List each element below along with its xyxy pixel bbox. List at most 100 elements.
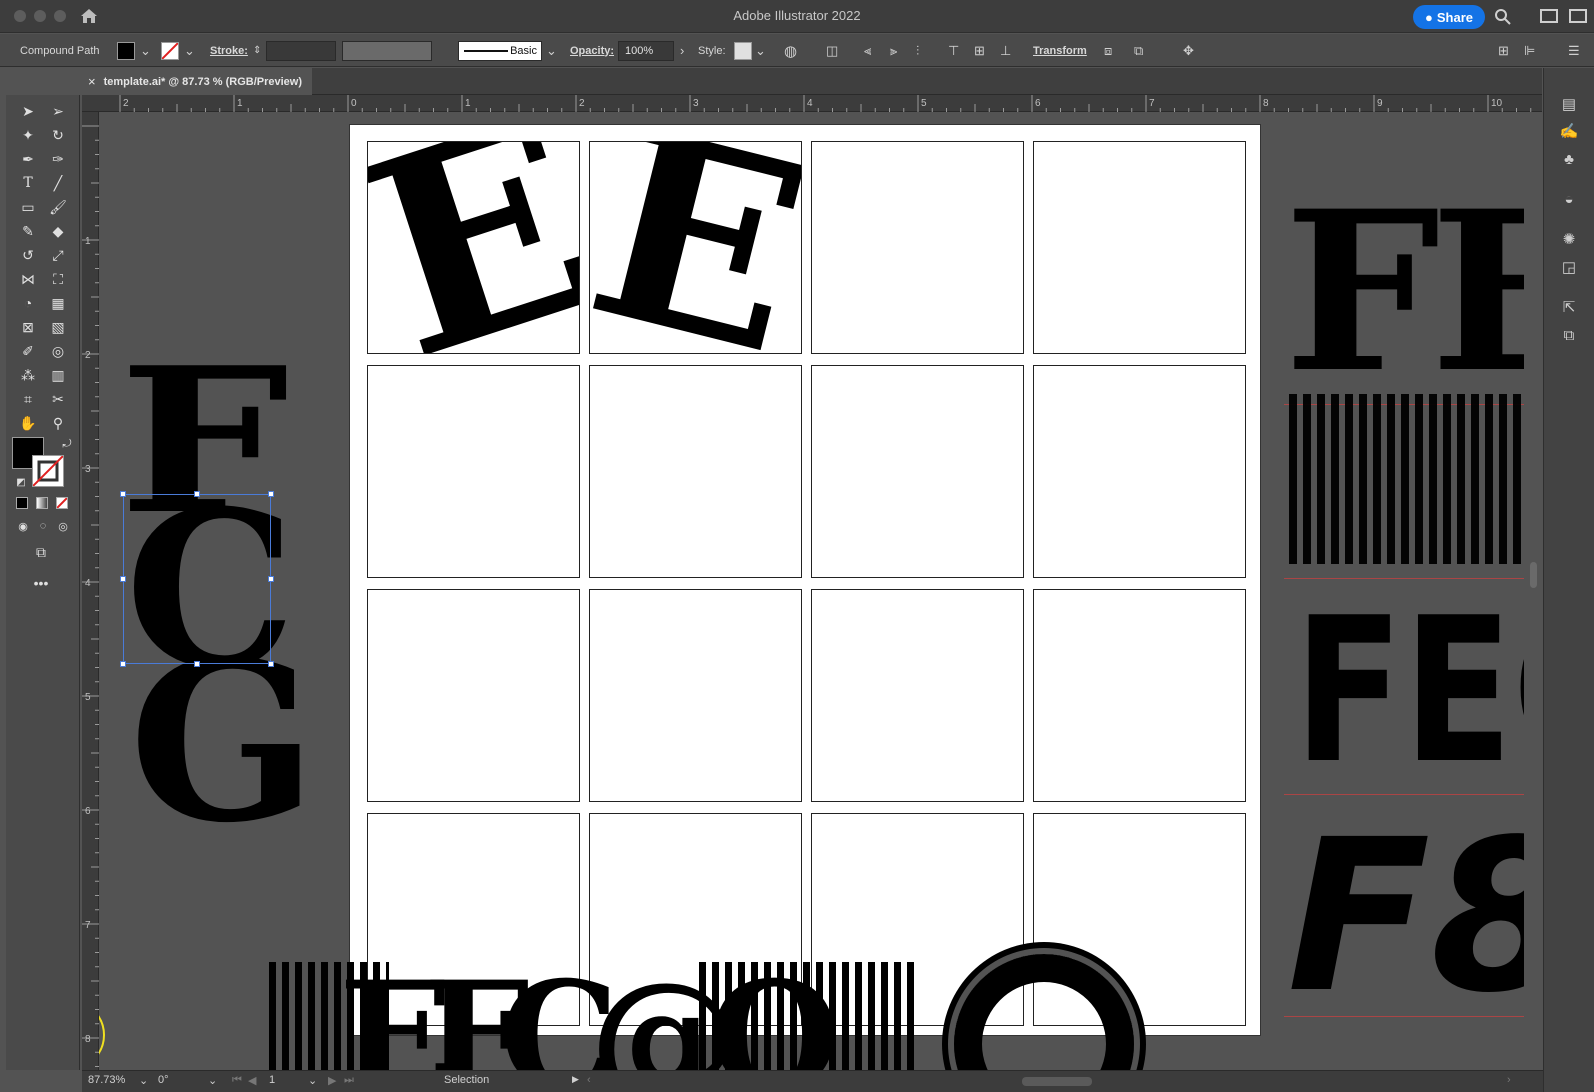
right-row-letters-3[interactable]: FEC xyxy=(1294,592,1543,792)
align-center-icon[interactable]: ⫸ xyxy=(890,34,897,67)
vertical-scrollbar[interactable] xyxy=(1524,112,1543,1070)
eraser-tool-icon[interactable]: ◆ xyxy=(45,220,71,242)
stroke-swatch[interactable] xyxy=(161,41,179,60)
control-menu-icon[interactable]: ☰ xyxy=(1568,34,1580,67)
draw-inside-icon[interactable]: ◎ xyxy=(50,515,76,537)
resize-handle[interactable] xyxy=(268,491,274,497)
zoom-level-field[interactable]: 87.73% xyxy=(88,1074,125,1086)
scroll-left-icon[interactable]: ‹ xyxy=(587,1074,591,1086)
stroke-color-box[interactable] xyxy=(32,455,64,487)
free-transform-tool-icon[interactable]: ⛶ xyxy=(45,268,71,290)
selection-tool-icon[interactable]: ➤ xyxy=(15,100,41,122)
artboard-tool-icon[interactable]: ⌗ xyxy=(15,388,41,410)
shaper-tool-icon[interactable]: ✎ xyxy=(15,220,41,242)
grid-cell[interactable] xyxy=(367,365,580,578)
grid-cell[interactable] xyxy=(811,365,1024,578)
line-tool-icon[interactable]: ╱ xyxy=(45,172,71,194)
export-panel-icon[interactable]: ⇱ xyxy=(1558,296,1580,318)
grid-cell[interactable]: E xyxy=(367,141,580,354)
eyedropper-tool-icon[interactable]: ✐ xyxy=(15,340,41,362)
vertical-scrollbar-thumb[interactable] xyxy=(1530,562,1537,588)
scale-tool-icon[interactable]: ⤢ xyxy=(45,244,71,266)
workspace-layout-icon[interactable] xyxy=(1540,9,1558,23)
recolor-artwork-icon[interactable]: ◍ xyxy=(784,34,797,67)
cell-letter-e[interactable]: E xyxy=(590,142,801,353)
screen-mode-icon[interactable]: ⧉ xyxy=(28,541,54,563)
mesh-tool-icon[interactable]: ⊠ xyxy=(15,316,41,338)
resize-handle[interactable] xyxy=(120,661,126,667)
opacity-expand-icon[interactable]: › xyxy=(680,34,684,67)
lasso-tool-icon[interactable]: ↻ xyxy=(45,124,71,146)
status-menu-icon[interactable]: ▶ xyxy=(572,1074,579,1085)
variable-width-profile[interactable] xyxy=(342,40,432,61)
pen-tool-icon[interactable]: ✒ xyxy=(15,148,41,170)
width-tool-icon[interactable]: ⋈ xyxy=(15,268,41,290)
transform-button[interactable]: Transform xyxy=(1033,34,1087,67)
horizontal-scrollbar-thumb[interactable] xyxy=(1022,1077,1092,1086)
paintbrush-tool-icon[interactable]: 🖌 xyxy=(45,196,71,218)
next-artboard-icon[interactable]: ▶ xyxy=(328,1074,336,1087)
style-dropdown-icon[interactable]: ⌄ xyxy=(755,34,766,67)
grid-cell[interactable] xyxy=(1033,365,1246,578)
previous-artboard-icon[interactable]: ◀ xyxy=(248,1074,256,1087)
grid-cell[interactable] xyxy=(1033,141,1246,354)
artboard[interactable]: E E xyxy=(349,124,1261,1036)
fill-swatch[interactable] xyxy=(117,41,135,60)
symbols-panel-icon[interactable]: ♣ xyxy=(1558,148,1580,170)
resize-handle[interactable] xyxy=(268,661,274,667)
stroke-label[interactable]: Stroke: xyxy=(210,34,248,67)
isolate-icon[interactable]: ⧈ xyxy=(1104,34,1112,67)
align-middle-icon[interactable]: ⊞ xyxy=(974,34,985,67)
none-mode-icon[interactable] xyxy=(56,497,68,509)
stroke-weight-field[interactable] xyxy=(266,40,336,61)
brush-definition[interactable]: Basic xyxy=(458,40,542,61)
color-guide-panel-icon[interactable]: ✺ xyxy=(1558,228,1580,250)
resize-handle[interactable] xyxy=(268,576,274,582)
right-row-letters-4[interactable]: F8 xyxy=(1287,812,1543,1022)
hand-tool-icon[interactable]: ✋ xyxy=(15,412,41,434)
right-row-striped-letters[interactable] xyxy=(1289,394,1543,564)
search-icon[interactable] xyxy=(1494,8,1512,26)
shape-builder-tool-icon[interactable]: ◔ xyxy=(15,292,41,314)
arrange-icon[interactable]: ⧉ xyxy=(1134,34,1143,67)
fill-dropdown-icon[interactable]: ⌄ xyxy=(140,34,151,67)
tab-template[interactable]: × template.ai* @ 87.73 % (RGB/Preview) xyxy=(82,68,312,95)
stroke-weight-stepper[interactable]: ⇕ xyxy=(253,34,261,67)
selection-bounding-box[interactable] xyxy=(123,494,271,664)
gradient-tool-icon[interactable]: ▧ xyxy=(45,316,71,338)
perspective-grid-tool-icon[interactable]: ▦ xyxy=(45,292,71,314)
rectangle-tool-icon[interactable]: ▭ xyxy=(15,196,41,218)
horizontal-ruler[interactable]: 2 1 0 1 2 3 4 5 6 7 8 9 10 xyxy=(82,95,1542,112)
graphic-style-swatch[interactable] xyxy=(734,41,752,60)
artboard-dropdown-icon[interactable]: ⌄ xyxy=(308,1074,317,1087)
brush-dropdown-icon[interactable]: ⌄ xyxy=(546,34,557,67)
stroke-dropdown-icon[interactable]: ⌄ xyxy=(184,34,195,67)
close-tab-icon[interactable]: × xyxy=(88,74,96,89)
grid-cell[interactable]: E xyxy=(589,141,802,354)
align-left-icon[interactable]: ⫷ xyxy=(864,34,871,67)
color-mode-icon[interactable] xyxy=(16,497,28,509)
right-row-letters-1[interactable]: FE xyxy=(1284,182,1543,402)
puppet-warp-icon[interactable]: ✥ xyxy=(1183,34,1194,67)
grid-cell[interactable] xyxy=(589,589,802,802)
direct-selection-tool-icon[interactable]: ➢ xyxy=(45,100,71,122)
cell-letter-e[interactable]: E xyxy=(368,142,579,353)
first-artboard-icon[interactable]: ⏮ xyxy=(232,1074,242,1087)
last-artboard-icon[interactable]: ⏭ xyxy=(344,1074,354,1087)
artboard-number-field[interactable]: 1 xyxy=(269,1074,275,1086)
brushes-panel-icon[interactable]: ✍ xyxy=(1558,120,1580,142)
share-button[interactable]: ● Share xyxy=(1413,5,1485,29)
align-bottom-icon[interactable]: ⊥ xyxy=(1000,34,1011,67)
canvas[interactable]: F C G E E EFC@O FE FEC xyxy=(99,112,1543,1070)
opacity-label[interactable]: Opacity: xyxy=(570,34,614,67)
resize-handle[interactable] xyxy=(120,576,126,582)
symbol-sprayer-tool-icon[interactable]: ⁂ xyxy=(15,364,41,386)
curvature-tool-icon[interactable]: ✑ xyxy=(45,148,71,170)
column-graph-tool-icon[interactable]: ▥ xyxy=(45,364,71,386)
panel-toggle-icon[interactable] xyxy=(1569,9,1587,23)
zoom-tool-icon[interactable]: ⚲ xyxy=(45,412,71,434)
rotation-field[interactable]: 0° xyxy=(158,1074,169,1086)
rotate-tool-icon[interactable]: ↺ xyxy=(15,244,41,266)
align-right-icon[interactable]: ⫶ xyxy=(916,34,919,67)
slice-tool-icon[interactable]: ✂ xyxy=(45,388,71,410)
